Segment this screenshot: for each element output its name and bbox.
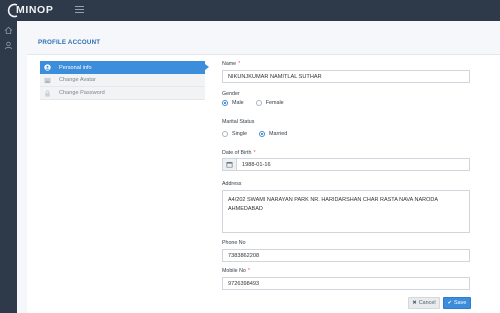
name-label: Name *	[222, 61, 241, 67]
menu-item-label: Change Password	[59, 90, 105, 96]
calendar-icon[interactable]	[222, 158, 236, 171]
menu-item-change-avatar[interactable]: Change Avatar	[40, 74, 205, 87]
profile-menu: Personal info Change Avatar Change Passw…	[40, 61, 209, 100]
radio-button[interactable]	[255, 100, 262, 106]
gender-option-female[interactable]: Female	[255, 100, 284, 106]
close-icon: ✖	[412, 300, 417, 306]
user-icon	[44, 64, 51, 71]
radio-button[interactable]	[222, 100, 228, 106]
check-icon: ✔	[447, 300, 453, 306]
home-icon[interactable]	[4, 26, 13, 35]
app-logo-text: MINOP	[16, 4, 54, 16]
save-button[interactable]: ✔ Save	[443, 297, 471, 309]
radio-button[interactable]	[259, 131, 265, 137]
phone-input[interactable]: 7383862208	[222, 249, 470, 262]
gender-label: Gender	[222, 91, 240, 97]
radio-button[interactable]	[222, 131, 228, 137]
name-input[interactable]: NIKUNJKUMAR NAMITLAL SUTHAR	[222, 70, 470, 83]
menu-item-label: Change Avatar	[59, 77, 96, 83]
address-label: Address	[222, 181, 242, 187]
user-profile-icon[interactable]	[4, 41, 13, 50]
gender-radio-group: Male Female	[222, 100, 296, 106]
menu-toggle-icon[interactable]	[75, 6, 84, 14]
address-textarea[interactable]: A4/202 SWAMI NARAYAN PARK NR. HARIDARSHA…	[222, 190, 470, 233]
image-icon	[44, 77, 51, 83]
calendar-glyph-icon	[226, 162, 233, 168]
menu-item-label: Personal info	[59, 64, 92, 71]
lock-icon	[45, 89, 50, 97]
gender-option-male[interactable]: Male	[222, 100, 244, 106]
mobile-label: Mobile No *	[222, 268, 250, 274]
mobile-input[interactable]: 9726398493	[222, 277, 470, 290]
marital-status-radio-group: Single Married	[222, 131, 299, 137]
marital-option-single[interactable]: Single	[222, 131, 247, 137]
cancel-button[interactable]: ✖ Cancel	[408, 297, 440, 309]
top-navbar: MINOP	[0, 0, 500, 21]
menu-item-personal-info[interactable]: Personal info	[40, 61, 209, 74]
marital-option-married[interactable]: Married	[259, 131, 287, 137]
page-title: PROFILE ACCOUNT	[38, 39, 101, 46]
left-sidebar	[0, 21, 17, 313]
dob-label: Date of Birth *	[222, 150, 256, 156]
menu-item-change-password[interactable]: Change Password	[40, 87, 205, 100]
dob-input[interactable]: 1988-01-16	[236, 158, 470, 171]
marital-status-label: Marital Status	[222, 119, 255, 125]
phone-label: Phone No	[222, 240, 246, 246]
